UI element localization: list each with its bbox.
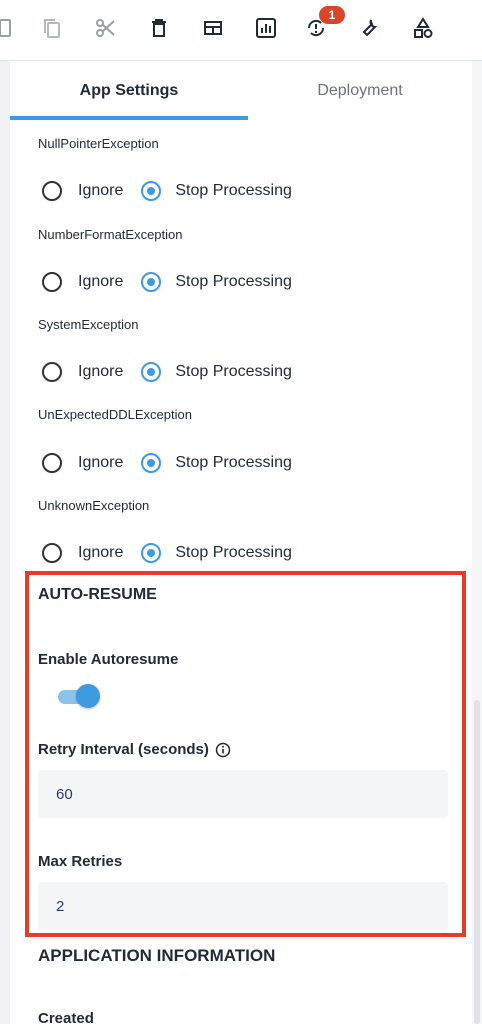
radio-ignore[interactable] (42, 362, 62, 382)
retry-interval-input[interactable]: 60 (38, 770, 448, 818)
exception-radio-group: Ignore Stop Processing (42, 178, 292, 204)
delete-icon[interactable] (145, 14, 173, 42)
radio-stop-processing-label[interactable]: Stop Processing (175, 544, 292, 562)
tab-deployment[interactable]: Deployment (248, 62, 472, 120)
radio-stop-processing[interactable] (141, 272, 162, 292)
scrollbar-thumb[interactable] (474, 700, 480, 1024)
exception-label: SystemException (38, 317, 139, 332)
wrench-icon[interactable] (355, 14, 383, 42)
exception-label: UnknownException (38, 498, 150, 513)
radio-stop-processing-label[interactable]: Stop Processing (175, 273, 292, 291)
exception-radio-group: Ignore Stop Processing (42, 359, 292, 385)
radio-stop-processing[interactable] (141, 362, 162, 382)
left-panel-edge (0, 61, 10, 1024)
retry-interval-label-row: Retry Interval (seconds) (38, 741, 231, 758)
max-retries-label: Max Retries (38, 853, 123, 870)
notification-badge: 1 (319, 6, 345, 24)
radio-stop-processing[interactable] (141, 453, 162, 473)
layout-icon[interactable] (199, 14, 227, 42)
application-information-title: APPLICATION INFORMATION (38, 946, 276, 965)
radio-ignore-label[interactable]: Ignore (78, 544, 123, 562)
tab-app-settings[interactable]: App Settings (10, 62, 248, 120)
document-icon[interactable] (0, 14, 22, 42)
radio-stop-processing-label[interactable]: Stop Processing (175, 182, 292, 200)
exception-label: UnExpectedDDLException (38, 407, 192, 422)
exception-label: NumberFormatException (38, 227, 183, 242)
settings-tabs: App Settings Deployment (10, 62, 472, 120)
radio-stop-processing-label[interactable]: Stop Processing (175, 363, 292, 381)
radio-stop-processing[interactable] (141, 543, 162, 563)
radio-ignore-label[interactable]: Ignore (78, 273, 123, 291)
exception-label: NullPointerException (38, 136, 159, 151)
radio-ignore[interactable] (42, 181, 62, 201)
exception-radio-group: Ignore Stop Processing (42, 269, 292, 295)
toolbar: 1 (0, 0, 482, 61)
max-retries-input[interactable]: 2 (38, 882, 448, 930)
radio-ignore-label[interactable]: Ignore (78, 182, 123, 200)
autoresume-toggle[interactable] (56, 683, 102, 709)
radio-ignore[interactable] (42, 272, 62, 292)
enable-autoresume-label: Enable Autoresume (38, 651, 179, 668)
radio-ignore-label[interactable]: Ignore (78, 363, 123, 381)
toggle-knob (76, 684, 100, 708)
info-icon[interactable] (215, 742, 231, 758)
radio-ignore-label[interactable]: Ignore (78, 454, 123, 472)
exception-radio-group: Ignore Stop Processing (42, 450, 292, 476)
radio-stop-processing[interactable] (141, 181, 162, 201)
auto-resume-title: AUTO-RESUME (38, 586, 157, 603)
radio-stop-processing-label[interactable]: Stop Processing (175, 454, 292, 472)
copy-icon[interactable] (38, 14, 66, 42)
radio-ignore[interactable] (42, 453, 62, 473)
retry-interval-label: Retry Interval (seconds) (38, 741, 209, 758)
created-label: Created (38, 1010, 94, 1027)
shapes-icon[interactable] (409, 14, 437, 42)
chart-icon[interactable] (252, 14, 280, 42)
cut-icon[interactable] (92, 14, 120, 42)
exception-radio-group: Ignore Stop Processing (42, 540, 292, 566)
radio-ignore[interactable] (42, 543, 62, 563)
